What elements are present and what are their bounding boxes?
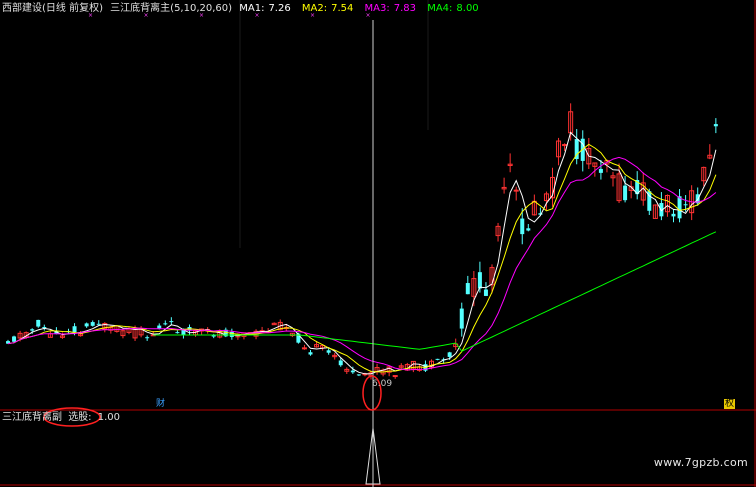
candle-body-down	[677, 196, 682, 219]
candle-body-up	[301, 347, 307, 350]
ma3-label: MA3: 7.83	[364, 3, 417, 14]
ma1-label: MA1: 7.26	[239, 3, 291, 14]
candle-body-down	[526, 228, 531, 231]
candle-body-down	[308, 352, 313, 355]
ma4-label: MA4: 8.00	[427, 3, 479, 14]
candle-body-down	[483, 289, 488, 296]
candle-body-up	[513, 189, 519, 192]
stock-title: 西部建设(日线 前复权)	[2, 3, 103, 14]
ma2-label: MA2: 7.54	[301, 3, 354, 14]
candle-body-down	[520, 218, 525, 235]
candlestick-series	[6, 103, 718, 380]
candle-body-down	[72, 326, 77, 333]
candle-body-down	[356, 374, 361, 376]
candle-body-down	[12, 336, 17, 342]
candle-body-down	[157, 325, 162, 329]
candle-body-up	[562, 144, 568, 147]
sub-panel-title: 三江底背离副	[2, 412, 62, 423]
candle-body-down	[350, 370, 355, 373]
ma1-line	[7, 131, 717, 375]
chart-header: 西部建设(日线 前复权) 三江底背离主(5,10,20,60) MA1: 7.26…	[2, 2, 487, 15]
candle-body-down	[459, 308, 464, 329]
candle-body-down	[169, 321, 174, 323]
low-price-label: 6.09	[372, 379, 393, 389]
candle-body-down	[598, 168, 603, 173]
indicator-title: 三江底背离主(5,10,20,60)	[110, 3, 233, 14]
candle-body-down	[90, 322, 95, 326]
ma2-line	[7, 143, 717, 373]
signal-label: 选股:	[68, 412, 92, 423]
candle-body-down	[42, 326, 47, 328]
candle-body-down	[30, 329, 35, 331]
candle-body-down	[623, 185, 628, 201]
candle-body-down	[145, 337, 150, 339]
candle-body-down	[175, 332, 180, 334]
sub-panel-header: 三江底背离副 选股: 1.00	[2, 411, 123, 424]
candle-body-down	[477, 272, 482, 289]
candle-body-down	[683, 204, 688, 206]
cai-marker[interactable]: 财	[156, 399, 165, 409]
candle-body-down	[713, 124, 718, 127]
moving-average-lines	[7, 131, 717, 375]
candle-body-down	[326, 350, 331, 353]
candle-body-down	[465, 283, 470, 295]
candle-body-down	[163, 323, 168, 325]
watermark: www.7gpzb.com	[653, 456, 748, 469]
candle-body-down	[671, 213, 676, 217]
candle-body-down	[338, 360, 343, 366]
candle-body-down	[435, 358, 440, 360]
candle-body-down	[84, 323, 89, 327]
ma3-line	[7, 156, 717, 371]
candle-body-down	[211, 335, 216, 337]
candle-body-down	[36, 319, 41, 327]
candle-body-down	[447, 352, 452, 357]
quan-marker[interactable]: 权	[724, 399, 736, 409]
candle-body-up	[392, 375, 398, 378]
candle-body-down	[96, 323, 101, 325]
signal-value: 1.00	[97, 412, 121, 423]
